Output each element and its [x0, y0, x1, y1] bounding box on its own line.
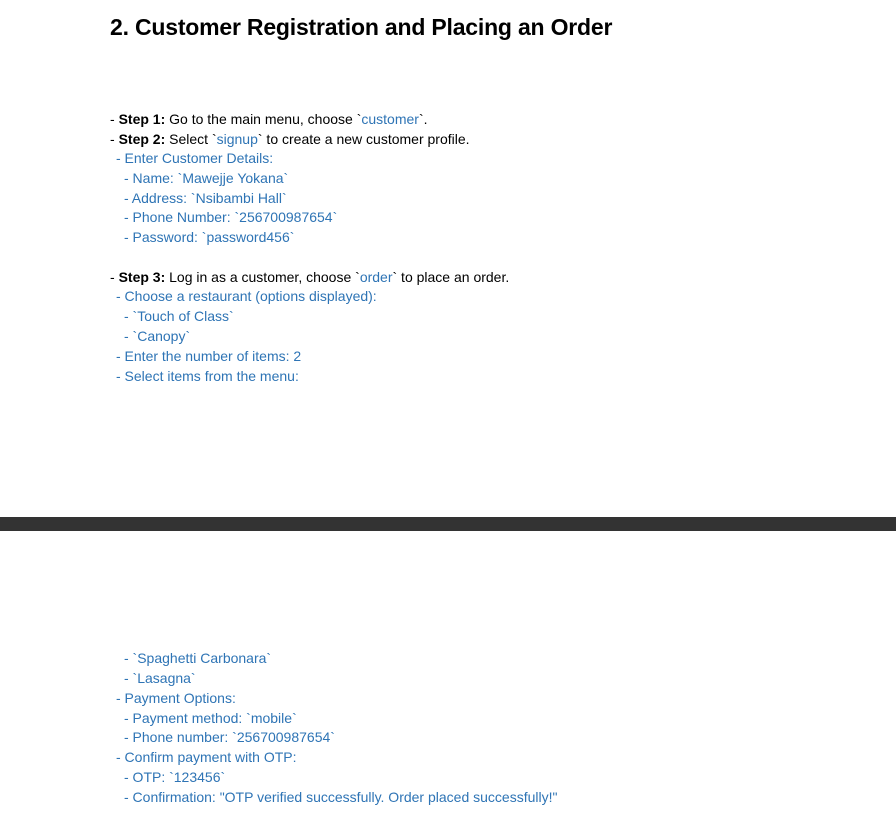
menu-item: - `Lasagna` — [124, 670, 196, 686]
payment-method: - Payment method: `mobile` — [124, 710, 297, 726]
step-2-label: Step 2: — [118, 131, 166, 147]
step-1-text-end: `. — [418, 111, 428, 127]
step-1-code: customer — [361, 111, 419, 127]
section-title: 2. Customer Registration and Placing an … — [110, 14, 613, 40]
restaurant-option: - `Canopy` — [124, 328, 191, 344]
customer-name: - Name: `Mawejje Yokana` — [124, 170, 289, 186]
document-page-top: 2. Customer Registration and Placing an … — [0, 0, 896, 517]
step-3-label: Step 3: — [118, 269, 166, 285]
step-1-text: Go to the main menu, choose ` — [165, 111, 362, 127]
payment-phone: - Phone number: `256700987654` — [124, 729, 335, 745]
step-2-text: Select ` — [165, 131, 217, 147]
step-1-label: Step 1: — [118, 111, 166, 127]
number-of-items: - Enter the number of items: 2 — [116, 348, 302, 364]
step-3-line: - Step 3: Log in as a customer, choose `… — [110, 267, 509, 287]
customer-password: - Password: `password456` — [124, 229, 295, 245]
step-2-prefix: - — [110, 131, 119, 147]
step-1-prefix: - — [110, 111, 119, 127]
customer-details-heading: - Enter Customer Details: — [116, 150, 274, 166]
confirm-otp: - Confirm payment with OTP: — [116, 749, 297, 765]
otp-value: - OTP: `123456` — [124, 769, 226, 785]
step-1-line: - Step 1: Go to the main menu, choose `c… — [110, 109, 428, 129]
step-3-code: order — [359, 269, 393, 285]
select-items: - Select items from the menu: — [116, 368, 299, 384]
confirmation-message: - Confirmation: "OTP verified successful… — [124, 789, 558, 805]
document-page-bottom: - `Spaghetti Carbonara` - `Lasagna` - Pa… — [0, 531, 896, 821]
step-3-prefix: - — [110, 269, 119, 285]
step-2-code: signup — [216, 131, 258, 147]
page-break — [0, 517, 896, 531]
menu-item: - `Spaghetti Carbonara` — [124, 650, 272, 666]
step-2-text-end: ` to create a new customer profile. — [257, 131, 470, 147]
customer-phone: - Phone Number: `256700987654` — [124, 209, 338, 225]
customer-address: - Address: `Nsibambi Hall` — [124, 190, 287, 206]
step-3-text: Log in as a customer, choose ` — [165, 269, 360, 285]
choose-restaurant: - Choose a restaurant (options displayed… — [116, 288, 377, 304]
payment-options: - Payment Options: — [116, 690, 236, 706]
step-3-text-end: ` to place an order. — [392, 269, 510, 285]
restaurant-option: - `Touch of Class` — [124, 308, 234, 324]
step-2-line: - Step 2: Select `signup` to create a ne… — [110, 129, 470, 149]
